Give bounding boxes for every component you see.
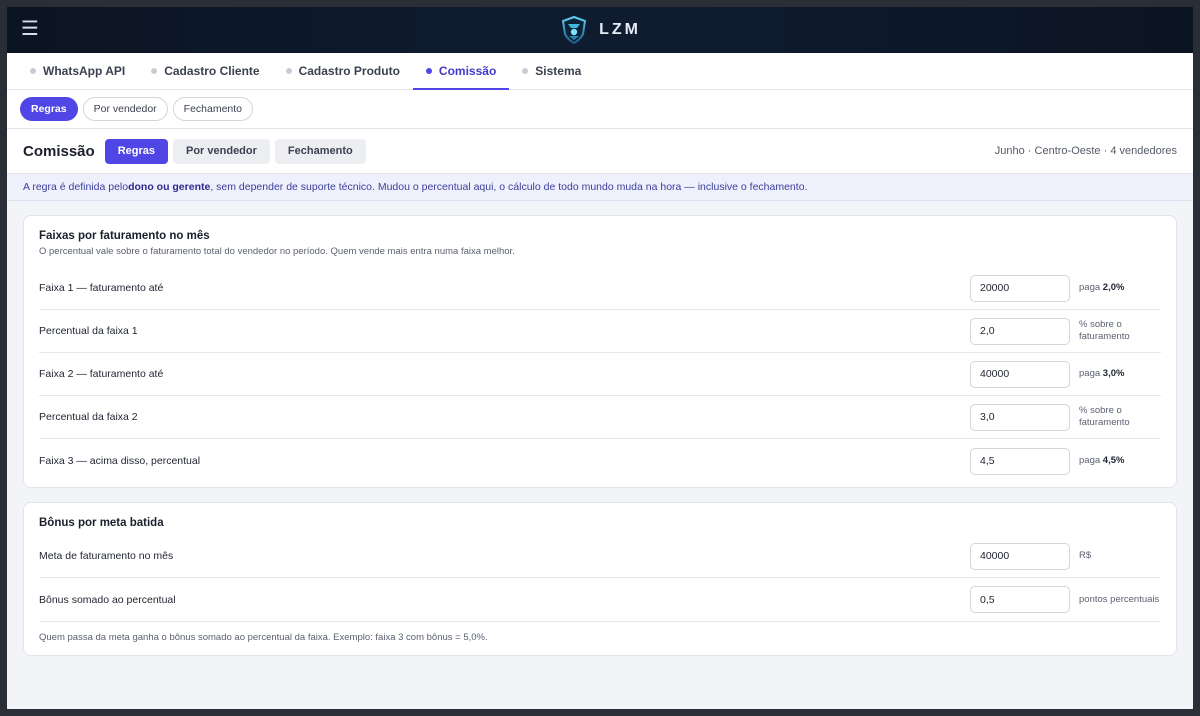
note-text: paga	[1079, 368, 1103, 379]
period-meta: Junho · Centro-Oeste · 4 vendedores	[994, 145, 1177, 157]
bonus-title: Bônus por meta batida	[39, 517, 164, 529]
meta-faturamento-input[interactable]	[970, 542, 1070, 570]
meta-row: Meta de faturamento no mês R$	[39, 535, 1161, 578]
page-title: Comissão	[23, 142, 95, 160]
banner-text-post: , sem depender de suporte técnico. Mudou…	[210, 181, 808, 193]
field-label: Percentual da faixa 2	[39, 411, 138, 423]
note-text: paga	[1079, 455, 1103, 466]
faixas-title: Faixas por faturamento no mês	[39, 230, 210, 242]
shield-logo-icon	[561, 15, 587, 45]
pill-regras[interactable]: Regras	[20, 97, 78, 121]
field-note: paga 3,0%	[1070, 368, 1161, 380]
tab-dot-icon	[151, 68, 158, 74]
app-window: ☰ LZM WhatsApp API Cadastro Cliente Cada…	[7, 7, 1193, 709]
brand-name: LZM	[599, 21, 641, 38]
note-text: R$	[1079, 550, 1092, 561]
note-bold: 2,0%	[1102, 282, 1125, 293]
field-label: Meta de faturamento no mês	[39, 550, 174, 562]
field-label: Faixa 3 — acima disso, percentual	[39, 455, 201, 467]
segment-por-vendedor[interactable]: Por vendedor	[173, 138, 270, 164]
tab-label: Cadastro Produto	[298, 64, 400, 78]
tab-sistema[interactable]: Sistema	[509, 53, 594, 89]
banner-text-pre: A regra é definida pelo	[23, 181, 129, 193]
pill-fechamento[interactable]: Fechamento	[172, 97, 254, 121]
note-text: % sobre o faturamento	[1079, 405, 1130, 428]
field-note: % sobre o faturamento	[1070, 319, 1161, 343]
pill-por-vendedor[interactable]: Por vendedor	[82, 97, 168, 121]
field-note: paga 4,5%	[1070, 455, 1161, 467]
segment-fechamento[interactable]: Fechamento	[274, 138, 366, 164]
segment-regras[interactable]: Regras	[104, 138, 168, 164]
tab-dot-icon	[30, 68, 36, 74]
faixa-1-limit-row: Faixa 1 — faturamento até paga 2,0%	[39, 267, 1161, 310]
bonus-card: Bônus por meta batida Meta de faturament…	[23, 502, 1177, 656]
tab-label: Sistema	[535, 64, 582, 78]
faixas-description: O percentual vale sobre o faturamento to…	[39, 246, 515, 257]
sub-navigation: Regras Por vendedor Fechamento	[7, 90, 1193, 129]
faixa-2-percent-input[interactable]	[970, 403, 1070, 431]
tab-cadastro-produto[interactable]: Cadastro Produto	[273, 53, 413, 89]
banner-text-bold: dono ou gerente	[128, 181, 211, 193]
field-note: % sobre o faturamento	[1070, 405, 1161, 429]
top-header: ☰ LZM	[7, 7, 1193, 53]
field-label: Bônus somado ao percentual	[39, 593, 176, 606]
faixa-3-percent-input[interactable]	[970, 447, 1070, 475]
faixa-2-limit-row: Faixa 2 — faturamento até paga 3,0%	[39, 353, 1161, 396]
bonus-rows: Meta de faturamento no mês R$ Bônus soma…	[39, 535, 1161, 621]
faixas-rows: Faixa 1 — faturamento até paga 2,0% Perc…	[39, 267, 1161, 483]
bonus-percent-input[interactable]	[970, 586, 1070, 613]
main-tabs: WhatsApp API Cadastro Cliente Cadastro P…	[7, 53, 1193, 90]
tab-cadastro-cliente[interactable]: Cadastro Cliente	[138, 53, 272, 89]
bonus-row: Bônus somado ao percentual pontos percen…	[39, 578, 1161, 621]
field-label: Faixa 1 — faturamento até	[39, 282, 164, 294]
tab-label: WhatsApp API	[43, 64, 126, 78]
field-label: Percentual da faixa 1	[39, 325, 138, 337]
note-bold: 4,5%	[1102, 455, 1125, 466]
tab-label: Comissão	[438, 64, 497, 78]
tab-whatsapp-api[interactable]: WhatsApp API	[17, 53, 138, 89]
note-text: % sobre o faturamento	[1079, 319, 1130, 342]
faixa-1-percent-row: Percentual da faixa 1 % sobre o faturame…	[39, 310, 1161, 353]
field-note: pontos percentuais	[1070, 594, 1161, 606]
note-text: paga	[1079, 282, 1103, 293]
tab-dot-icon	[522, 68, 529, 74]
faixa-3-percent-row: Faixa 3 — acima disso, percentual paga 4…	[39, 439, 1161, 483]
bonus-footnote: Quem passa da meta ganha o bônus somado …	[39, 621, 1161, 655]
faixa-1-percent-input[interactable]	[970, 317, 1070, 345]
tab-comissao[interactable]: Comissão	[412, 53, 510, 90]
tab-label: Cadastro Cliente	[164, 64, 260, 78]
faixa-2-percent-row: Percentual da faixa 2 % sobre o faturame…	[39, 396, 1161, 439]
hamburger-icon[interactable]: ☰	[21, 19, 39, 39]
note-bold: 3,0%	[1102, 368, 1125, 379]
tab-dot-icon	[285, 68, 292, 74]
faixa-1-limit-input[interactable]	[970, 274, 1070, 302]
faixas-card: Faixas por faturamento no mês O percentu…	[23, 215, 1177, 488]
field-label: Faixa 2 — faturamento até	[39, 368, 164, 380]
field-note: R$	[1070, 550, 1161, 562]
info-banner: A regra é definida pelo dono ou gerente …	[7, 174, 1193, 201]
brand[interactable]: LZM	[559, 15, 641, 45]
faixa-2-limit-input[interactable]	[970, 360, 1070, 388]
main-content: Faixas por faturamento no mês O percentu…	[7, 201, 1193, 684]
note-text: pontos percentuais	[1079, 593, 1160, 605]
field-note: paga 2,0%	[1070, 282, 1161, 294]
tab-dot-icon	[425, 68, 432, 74]
page-header: Comissão Regras Por vendedor Fechamento …	[7, 129, 1193, 174]
